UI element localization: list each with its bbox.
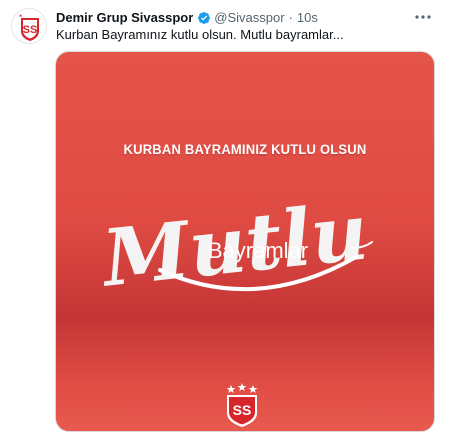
tweet-header: Demir Grup Sivasspor @Sivasspor · 10s (56, 10, 318, 26)
handle[interactable]: @Sivasspor (214, 10, 284, 26)
svg-text:SS: SS (23, 24, 38, 36)
avatar[interactable]: SS (11, 8, 47, 44)
tweet-text: Kurban Bayramınız kutlu olsun. Mutlu bay… (56, 27, 344, 42)
separator: · (288, 10, 293, 25)
more-options-button[interactable] (413, 7, 433, 27)
timestamp[interactable]: 10s (297, 10, 318, 26)
tweet-media-image[interactable]: KURBAN BAYRAMINIZ KUTLU OLSUN Mutlu Bayr… (55, 51, 435, 432)
more-options-icon (415, 15, 431, 19)
tweet[interactable]: SS Demir Grup Sivasspor @Sivasspor · 10s… (0, 0, 453, 432)
sivasspor-crest-icon: SS (226, 383, 258, 427)
script-subword: Bayramlar (208, 238, 308, 263)
verified-badge-icon (198, 12, 211, 24)
script-lettering: Mutlu Bayramlar (96, 186, 373, 305)
sivasspor-logo-icon: SS (13, 10, 46, 43)
svg-text:SS: SS (233, 402, 252, 418)
display-name[interactable]: Demir Grup Sivasspor (56, 10, 193, 26)
